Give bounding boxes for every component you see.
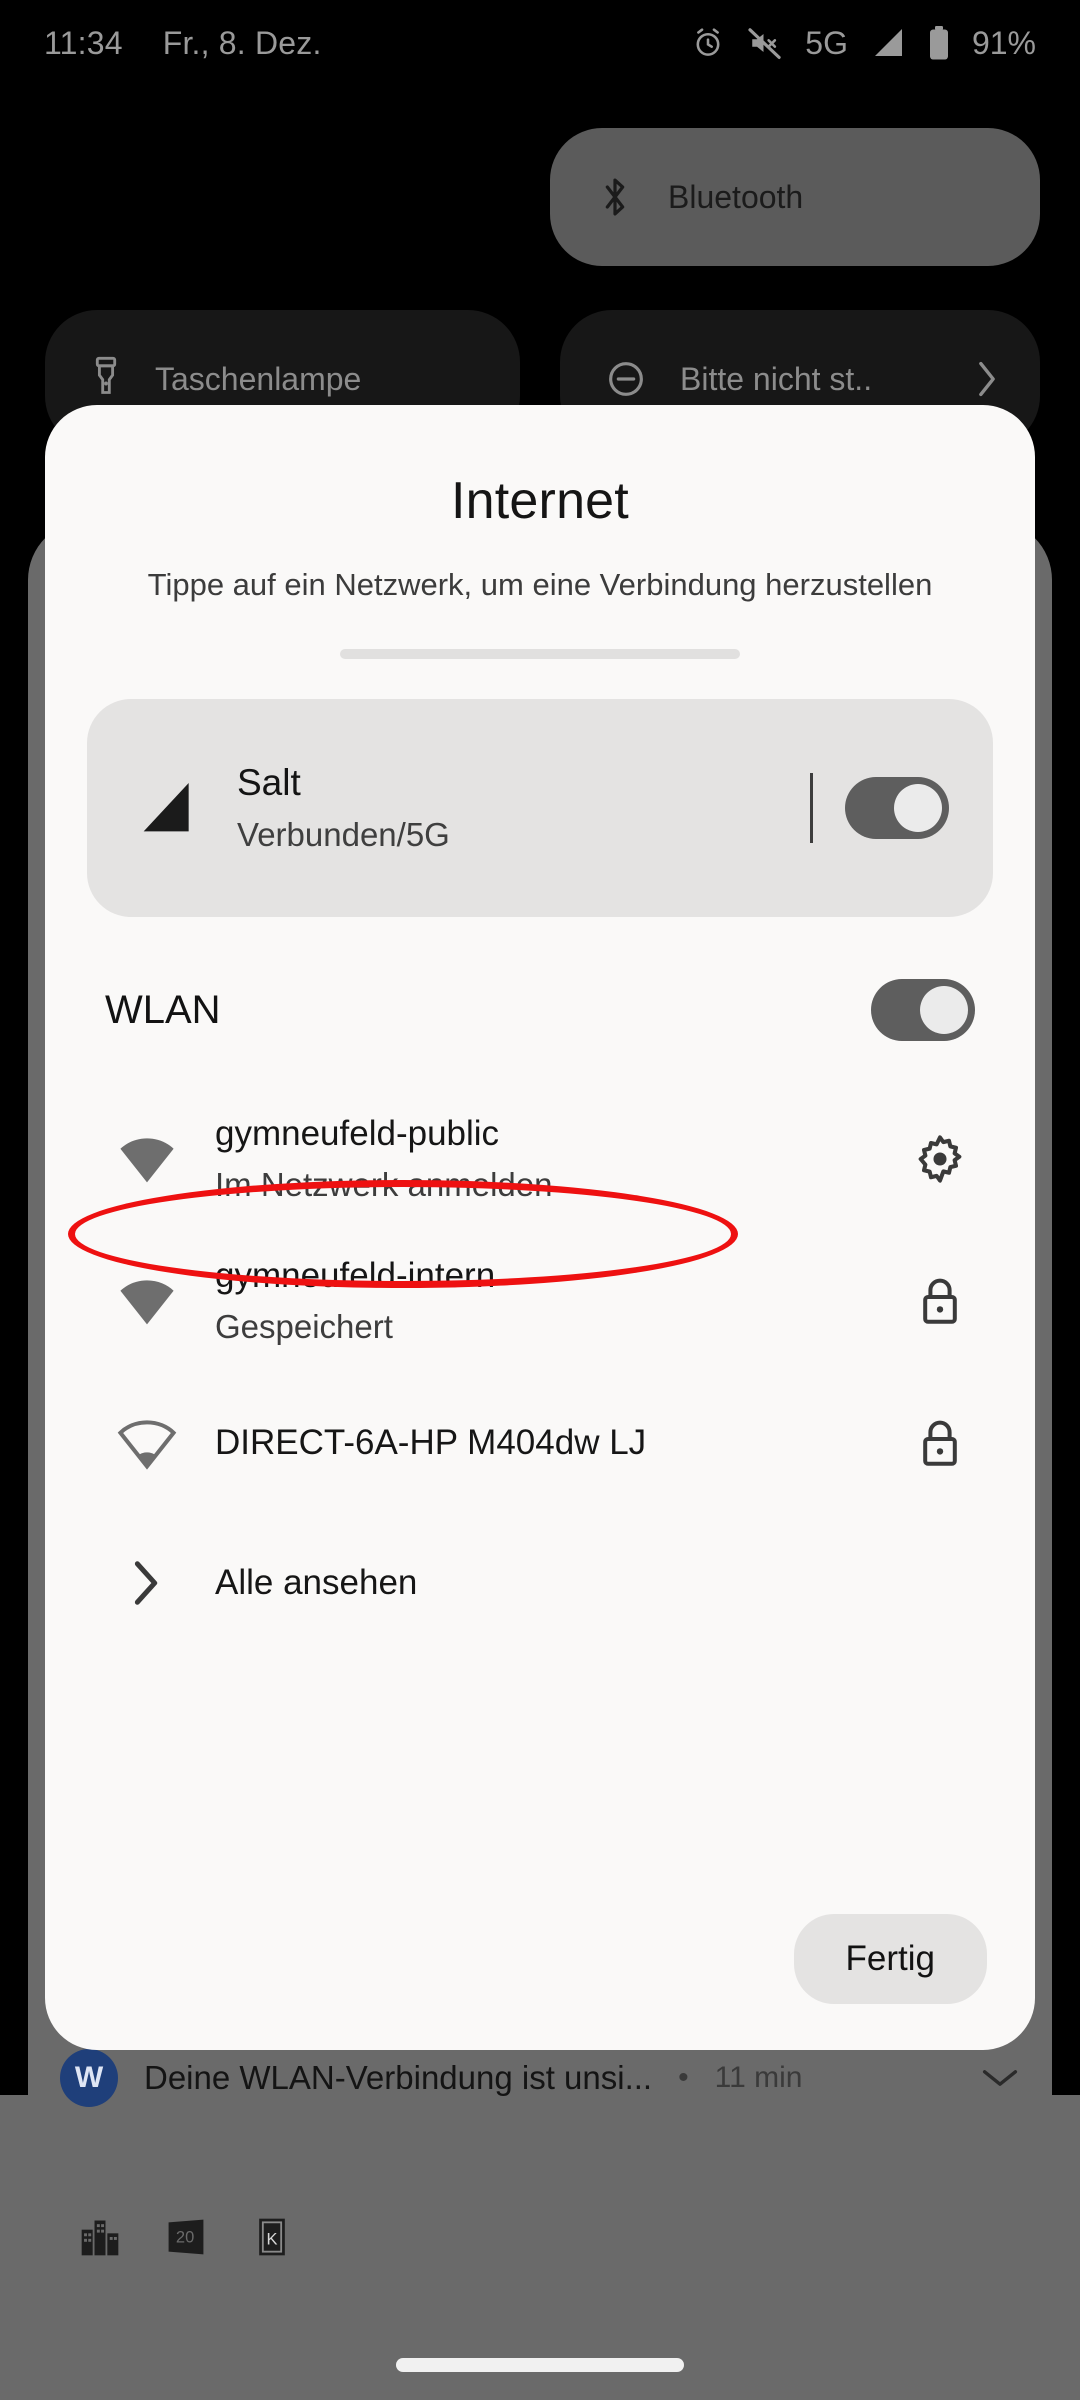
network-name: gymneufeld-intern [215, 1256, 496, 1295]
app-shortcut-row: 20 K [78, 2215, 294, 2259]
wifi-weak-icon [105, 1416, 189, 1470]
carrier-name: Salt [237, 762, 301, 803]
notification-time: 11 min [714, 2061, 803, 2094]
drag-handle[interactable] [340, 649, 740, 659]
network-name: gymneufeld-public [215, 1114, 500, 1153]
tile-flashlight-label: Taschenlampe [155, 360, 362, 397]
carrier-card[interactable]: Salt Verbunden/5G [87, 699, 993, 917]
dialog-title: Internet [451, 472, 629, 530]
notification-separator: • [678, 2061, 689, 2094]
network-status: Im Netzwerk anmelden [215, 1166, 553, 1203]
network-texts: DIRECT-6A-HP M404dw LJ [215, 1423, 905, 1463]
20-minuten-icon[interactable]: 20 [164, 2215, 208, 2259]
network-list: gymneufeld-public Im Netzwerk anmelden g… [45, 1103, 1035, 1637]
status-bar-right: 5G 91% [691, 25, 1036, 62]
carrier-texts: Salt Verbunden/5G [237, 762, 810, 854]
buildings-icon[interactable] [78, 2215, 122, 2259]
chevron-down-icon[interactable] [980, 2065, 1020, 2091]
see-all-networks-row[interactable]: Alle ansehen [45, 1529, 1035, 1637]
toggle-knob [920, 986, 968, 1034]
status-date: Fr., 8. Dez. [162, 24, 322, 61]
network-texts: gymneufeld-public Im Netzwerk anmelden [215, 1114, 905, 1204]
network-status: Gespeichert [215, 1308, 393, 1345]
svg-text:K: K [266, 2230, 277, 2248]
mobile-data-toggle[interactable] [845, 777, 949, 839]
see-all-label: Alle ansehen [215, 1563, 418, 1602]
tile-bluetooth-label: Bluetooth [668, 178, 804, 215]
gear-icon[interactable] [905, 1132, 975, 1186]
tile-do-not-disturb-label: Bitte nicht st.. [680, 360, 873, 397]
wifi-full-icon [105, 1132, 189, 1186]
mute-icon [747, 25, 783, 61]
battery-percent: 91% [971, 24, 1036, 61]
gesture-nav-bar[interactable] [396, 2358, 684, 2372]
wlan-row[interactable]: WLAN [105, 973, 975, 1047]
phone-screen: 11:34 Fr., 8. Dez. 5G 91% Bluetooth Tasc… [0, 0, 1080, 2400]
signal-icon [870, 27, 906, 59]
wifi-full-icon [105, 1274, 189, 1328]
status-bar-left: 11:34 Fr., 8. Dez. [44, 25, 322, 62]
done-button[interactable]: Fertig [793, 1914, 987, 2004]
toggle-knob [894, 784, 942, 832]
network-row-direct-hp[interactable]: DIRECT-6A-HP M404dw LJ [45, 1387, 1035, 1499]
wlan-toggle[interactable] [871, 979, 975, 1041]
notification-text: Deine WLAN-Verbindung ist unsi... [144, 2059, 653, 2096]
battery-icon [928, 26, 950, 60]
internet-dialog: Internet Tippe auf ein Netzwerk, um eine… [45, 405, 1035, 2050]
done-button-wrap: Fertig [793, 1914, 987, 2004]
flashlight-icon [91, 356, 121, 402]
dialog-subtitle: Tippe auf ein Netzwerk, um eine Verbindu… [147, 567, 933, 602]
lock-icon [905, 1417, 975, 1469]
k-icon[interactable]: K [250, 2215, 294, 2259]
lock-icon [905, 1275, 975, 1327]
chevron-right-icon [105, 1558, 189, 1608]
alarm-icon [691, 26, 725, 60]
status-bar: 11:34 Fr., 8. Dez. 5G 91% [0, 0, 1080, 86]
notification-app-icon: W [60, 2049, 118, 2107]
tile-bluetooth[interactable]: Bluetooth [550, 128, 1040, 266]
wlan-label: WLAN [105, 987, 221, 1032]
chevron-right-icon [974, 359, 1000, 399]
network-row-gymneufeld-public[interactable]: gymneufeld-public Im Netzwerk anmelden [45, 1103, 1035, 1215]
carrier-divider [810, 773, 813, 843]
carrier-status: Verbunden/5G [237, 816, 450, 853]
network-texts: gymneufeld-intern Gespeichert [215, 1256, 905, 1346]
status-time: 11:34 [44, 24, 123, 61]
svg-text:20: 20 [176, 2229, 194, 2247]
bluetooth-icon [596, 174, 634, 220]
network-name: DIRECT-6A-HP M404dw LJ [215, 1423, 647, 1462]
network-type-label: 5G [805, 24, 848, 61]
do-not-disturb-icon [606, 359, 646, 399]
network-row-gymneufeld-intern[interactable]: gymneufeld-intern Gespeichert [45, 1245, 1035, 1357]
signal-bars-icon [131, 779, 203, 837]
